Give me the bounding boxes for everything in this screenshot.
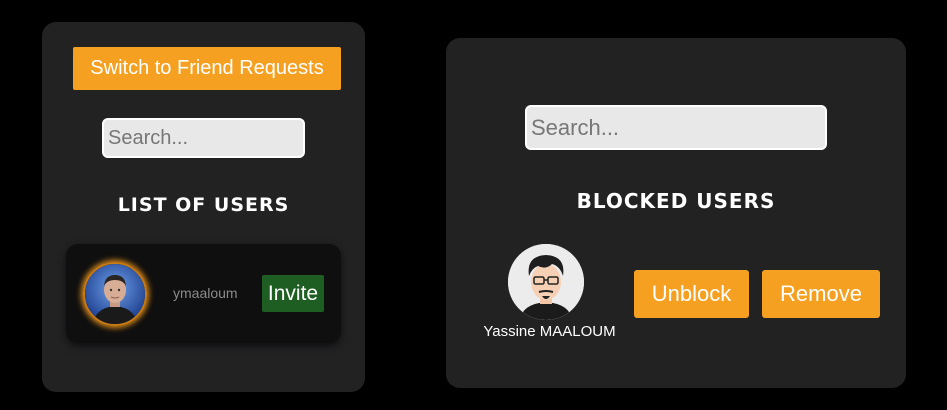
blocked-users-panel: BLOCKED USERS Yassine MAALOUM Unblock Re… (446, 38, 906, 388)
list-of-users-heading: LIST OF USERS (117, 194, 290, 216)
switch-to-friend-requests-button[interactable]: Switch to Friend Requests (73, 47, 341, 90)
unblock-button[interactable]: Unblock (634, 270, 749, 318)
user-photo-avatar (83, 262, 147, 326)
user-search-input[interactable] (102, 118, 305, 158)
remove-button[interactable]: Remove (762, 270, 880, 318)
blocked-user-name: Yassine MAALOUM (483, 323, 616, 340)
blocked-users-heading: BLOCKED USERS (576, 189, 776, 213)
invite-button[interactable]: Invite (262, 275, 324, 312)
user-username: ymaaloum (173, 285, 238, 301)
user-card: ymaaloum Invite (66, 244, 341, 343)
friends-panel: Switch to Friend Requests LIST OF USERS (42, 22, 365, 392)
cartoon-avatar (508, 244, 584, 320)
blocked-search-input[interactable] (525, 105, 827, 150)
